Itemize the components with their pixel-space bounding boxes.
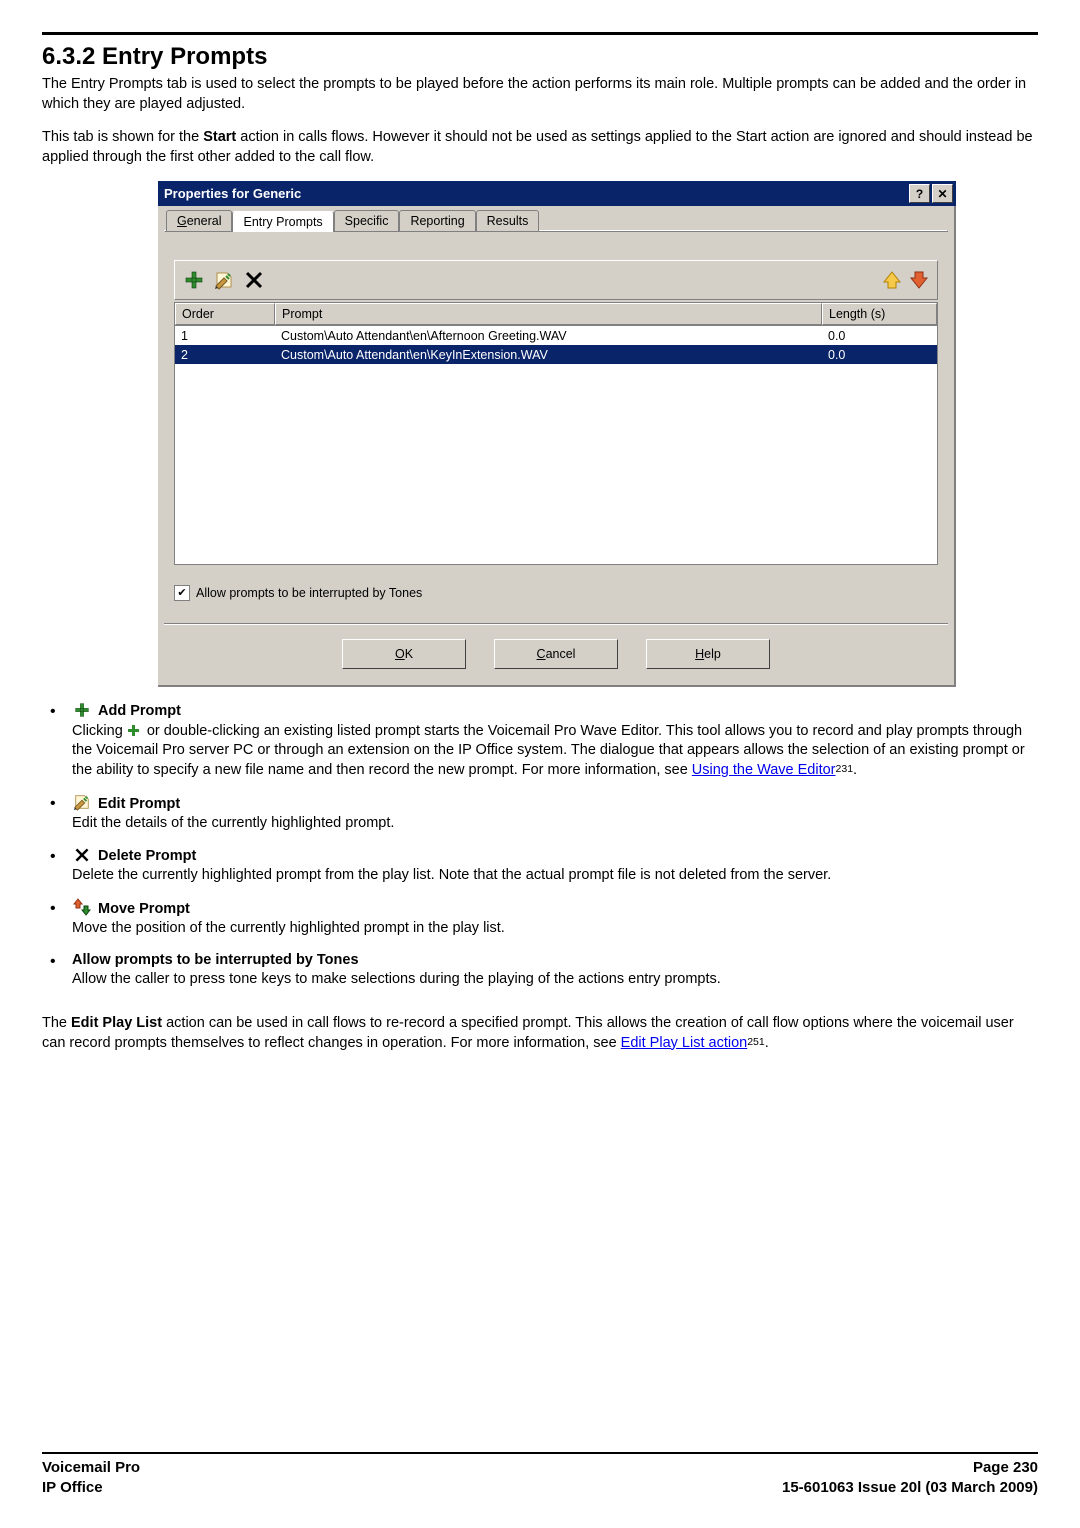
tab-strip: General Entry Prompts Specific Reporting…: [166, 210, 948, 231]
allow-interrupt-label: Allow prompts to be interrupted by Tones: [196, 586, 422, 600]
feature-delete-prompt: Delete Prompt Delete the currently highl…: [42, 846, 1038, 886]
tab-entry-prompts[interactable]: Entry Prompts: [232, 211, 333, 232]
section-heading: 6.3.2 Entry Prompts: [42, 43, 1038, 71]
text: .: [765, 1035, 769, 1051]
plus-icon: [72, 701, 92, 719]
footer-issue: 15-601063 Issue 20l (03 March 2009): [782, 1478, 1038, 1498]
move-icon: [72, 898, 92, 916]
text: elp: [704, 647, 721, 661]
start-bold: Start: [203, 129, 236, 145]
tab-reporting[interactable]: Reporting: [399, 210, 475, 231]
footer-product-sub: IP Office: [42, 1478, 140, 1498]
edit-play-list-link[interactable]: Edit Play List action: [621, 1035, 748, 1051]
col-length[interactable]: Length (s): [822, 303, 937, 325]
text: The: [42, 1015, 71, 1031]
text: Move the position of the currently highl…: [72, 920, 505, 936]
cancel-button[interactable]: Cancel: [494, 639, 618, 669]
wave-editor-link[interactable]: Using the Wave Editor: [692, 762, 836, 778]
closing-para: The Edit Play List action can be used in…: [42, 1014, 1038, 1053]
text: This tab is shown for the: [42, 129, 203, 145]
delete-icon: [72, 846, 92, 864]
text: or double-clicking an existing listed pr…: [72, 723, 1025, 778]
edit-icon: [72, 793, 92, 811]
mnemonic: H: [695, 647, 704, 661]
feature-title: Allow prompts to be interrupted by Tones: [72, 952, 359, 968]
edit-play-list-bold: Edit Play List: [71, 1015, 162, 1031]
text: ancel: [546, 647, 576, 661]
text: Clicking: [72, 723, 127, 739]
move-down-button[interactable]: [906, 268, 931, 292]
feature-move-prompt: Move Prompt Move the position of the cur…: [42, 898, 1038, 939]
footer-page: Page 230: [782, 1458, 1038, 1478]
ok-button[interactable]: OK: [342, 639, 466, 669]
col-order[interactable]: Order: [175, 303, 275, 325]
delete-prompt-button[interactable]: [241, 268, 266, 292]
mnemonic: G: [177, 214, 187, 228]
mnemonic: O: [395, 647, 405, 661]
feature-add-prompt: Add Prompt Clicking or double-clicking a…: [42, 701, 1038, 780]
text: .: [853, 762, 857, 778]
text: action can be used in call flows to re-r…: [42, 1015, 1014, 1051]
text: Delete the currently highlighted prompt …: [72, 867, 831, 883]
cell-length: 0.0: [822, 329, 937, 343]
plus-icon: [127, 723, 141, 737]
feature-title: Move Prompt: [98, 901, 190, 917]
feature-title: Add Prompt: [98, 703, 181, 719]
page-footer: Voicemail Pro IP Office Page 230 15-6010…: [42, 1452, 1038, 1499]
add-prompt-button[interactable]: [181, 268, 206, 292]
cell-order: 2: [175, 348, 275, 362]
dialog-titlebar: Properties for Generic ? ✕: [158, 181, 956, 206]
text: eneral: [187, 214, 222, 228]
tab-specific[interactable]: Specific: [334, 210, 400, 231]
titlebar-help-button[interactable]: ?: [909, 184, 930, 203]
tab-general[interactable]: General: [166, 210, 232, 231]
feature-title: Edit Prompt: [98, 796, 180, 812]
intro-para-1: The Entry Prompts tab is used to select …: [42, 75, 1038, 114]
table-row[interactable]: 1 Custom\Auto Attendant\en\Afternoon Gre…: [175, 326, 937, 345]
toolbar: [174, 260, 938, 300]
page-ref: 251: [747, 1036, 765, 1048]
cell-order: 1: [175, 329, 275, 343]
col-prompt[interactable]: Prompt: [275, 303, 822, 325]
prompt-table-header: Order Prompt Length (s): [174, 302, 938, 325]
titlebar-close-button[interactable]: ✕: [932, 184, 953, 203]
tab-results[interactable]: Results: [476, 210, 540, 231]
edit-prompt-button[interactable]: [211, 268, 236, 292]
text: Allow the caller to press tone keys to m…: [72, 971, 721, 987]
mnemonic: C: [537, 647, 546, 661]
text: Edit the details of the currently highli…: [72, 815, 394, 831]
text: K: [405, 647, 413, 661]
prompt-table-body[interactable]: 1 Custom\Auto Attendant\en\Afternoon Gre…: [174, 325, 938, 565]
allow-interrupt-checkbox[interactable]: ✔: [174, 585, 190, 601]
cell-prompt: Custom\Auto Attendant\en\Afternoon Greet…: [275, 329, 822, 343]
footer-product: Voicemail Pro: [42, 1458, 140, 1478]
move-up-button[interactable]: [879, 268, 904, 292]
page-ref: 231: [836, 763, 854, 775]
table-row[interactable]: 2 Custom\Auto Attendant\en\KeyInExtensio…: [175, 345, 937, 364]
properties-dialog: Properties for Generic ? ✕ General Entry…: [158, 181, 956, 687]
cell-prompt: Custom\Auto Attendant\en\KeyInExtension.…: [275, 348, 822, 362]
feature-allow-interrupt: Allow prompts to be interrupted by Tones…: [42, 951, 1038, 990]
intro-para-2: This tab is shown for the Start action i…: [42, 128, 1038, 167]
cell-length: 0.0: [822, 348, 937, 362]
feature-edit-prompt: Edit Prompt Edit the details of the curr…: [42, 793, 1038, 834]
help-button[interactable]: Help: [646, 639, 770, 669]
dialog-title: Properties for Generic: [164, 186, 301, 201]
feature-title: Delete Prompt: [98, 848, 196, 864]
